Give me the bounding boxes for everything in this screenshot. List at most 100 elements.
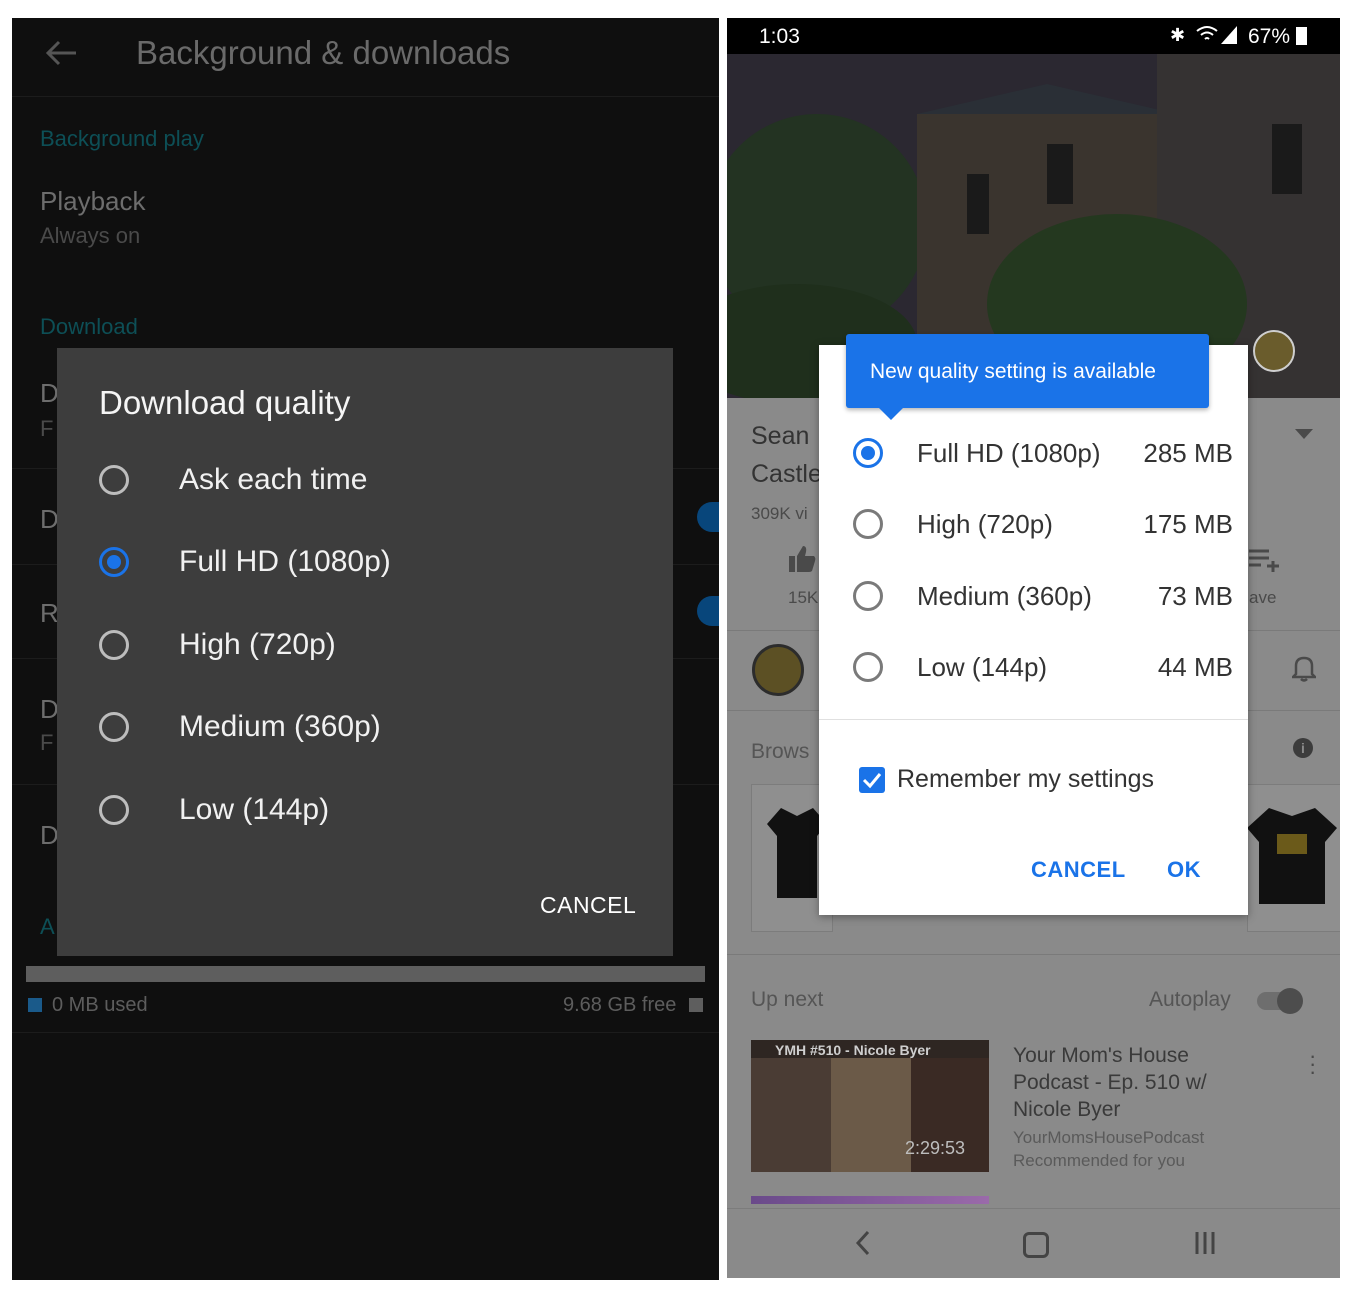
option-label: Full HD (1080p) [917, 437, 1101, 468]
checkbox-checked[interactable] [859, 766, 885, 793]
bluetooth-icon: ✱ [1170, 25, 1186, 45]
autoplay-toggle[interactable] [1257, 988, 1303, 1014]
like-icon[interactable] [787, 544, 817, 574]
storage-bar [26, 966, 705, 982]
video-title-partial: Castle [751, 460, 822, 488]
partial-row-letter: D [40, 378, 59, 408]
partial-row-letter: R [40, 598, 59, 628]
save-to-playlist-icon[interactable] [1249, 548, 1281, 577]
radio-button[interactable] [853, 652, 883, 682]
download-quality-dialog: Full HD (1080p) 285 MB High (720p) 175 M… [819, 345, 1248, 915]
option-low[interactable]: Low (144p) 44 MB [853, 637, 1233, 697]
page-title: Background & downloads [136, 34, 511, 71]
option-label: Full HD (1080p) [179, 545, 391, 578]
partial-row-letter: F [40, 730, 54, 755]
radio-button[interactable] [99, 795, 129, 825]
playback-value: Always on [40, 223, 141, 248]
battery-icon [1296, 27, 1307, 45]
up-next-title[interactable]: Your Mom's House Podcast - Ep. 510 w/ Ni… [1013, 1042, 1243, 1123]
option-ask-each-time[interactable]: Ask each time [99, 450, 639, 510]
video-views-partial: 309K vi [751, 504, 808, 523]
option-size: 285 MB [1143, 437, 1233, 468]
playback-row[interactable]: Playback Always on [40, 186, 690, 256]
back-nav-icon[interactable] [855, 1230, 871, 1261]
signal-icon [1221, 26, 1237, 49]
more-options-icon[interactable]: · · · [1309, 1045, 1316, 1083]
like-count-partial: 15K [788, 588, 819, 607]
option-label: Low (144p) [917, 651, 1048, 682]
storage-free: 9.68 GB free [563, 994, 677, 1016]
up-next-channel: YourMomsHousePodcast [1013, 1128, 1205, 1147]
notification-bell-icon[interactable] [1289, 654, 1319, 687]
option-label: Ask each time [179, 463, 368, 496]
option-size: 44 MB [1157, 651, 1233, 682]
option-medium[interactable]: Medium (360p) [99, 697, 639, 757]
option-size: 175 MB [1143, 508, 1233, 539]
browse-label-partial: Brows [751, 740, 810, 763]
right-screen: 1:03 ✱ 67% Sean Castle 309K vi 15K ave B… [727, 18, 1340, 1278]
section-background-play: Background play [40, 126, 204, 151]
option-low[interactable]: Low (144p) [99, 780, 639, 840]
wifi-icon [1195, 24, 1219, 49]
radio-button[interactable] [99, 465, 129, 495]
partial-row-letter: D [40, 820, 59, 850]
option-label: Medium (360p) [917, 580, 1092, 611]
storage-used: 0 MB used [52, 994, 148, 1016]
option-label: High (720p) [917, 508, 1053, 539]
partial-row-letter: D [40, 504, 59, 534]
toggle-switch[interactable] [697, 596, 719, 626]
up-next-reason: Recommended for you [1013, 1151, 1185, 1170]
back-arrow-icon[interactable] [44, 38, 78, 68]
download-quality-dialog: Download quality Ask each time Full HD (… [57, 348, 673, 956]
radio-button-selected[interactable] [99, 547, 129, 577]
save-label-partial: ave [1249, 588, 1277, 607]
option-full-hd[interactable]: Full HD (1080p) [99, 532, 639, 592]
new-quality-tooltip: New quality setting is available [846, 334, 1209, 408]
radio-button[interactable] [99, 630, 129, 660]
free-legend-swatch [689, 998, 703, 1012]
cancel-button[interactable]: CANCEL [540, 892, 636, 919]
option-high[interactable]: High (720p) 175 MB [853, 494, 1233, 554]
info-icon[interactable]: i [1293, 738, 1313, 758]
remember-settings-label: Remember my settings [897, 765, 1155, 793]
up-next-label: Up next [751, 988, 824, 1011]
dialog-title: Download quality [99, 384, 351, 421]
channel-avatar-overlay-icon [1253, 330, 1295, 372]
radio-button[interactable] [853, 509, 883, 539]
toggle-switch[interactable] [697, 502, 719, 532]
partial-row-letter: A [40, 914, 55, 939]
remember-settings-row[interactable]: Remember my settings [859, 765, 1154, 794]
ok-button[interactable]: OK [1167, 857, 1201, 883]
home-nav-icon[interactable] [1023, 1232, 1049, 1258]
autoplay-label: Autoplay [1149, 988, 1231, 1011]
option-label: Low (144p) [179, 793, 330, 826]
tooltip-text: New quality setting is available [870, 360, 1156, 383]
tshirt-icon [767, 808, 827, 903]
thumbnail-title-text: YMH #510 - Nicole Byer [775, 1042, 931, 1058]
up-next-thumbnail[interactable]: YMH #510 - Nicole Byer 2:29:53 [751, 1040, 989, 1172]
video-title-partial: Sean [751, 422, 810, 450]
option-label: High (720p) [179, 628, 336, 661]
radio-button[interactable] [99, 712, 129, 742]
option-size: 73 MB [1157, 580, 1233, 611]
left-screen: Background & downloads Background play P… [12, 18, 719, 1280]
cancel-button[interactable]: CANCEL [1031, 857, 1126, 883]
video-duration: 2:29:53 [905, 1138, 966, 1158]
channel-avatar[interactable] [752, 644, 804, 696]
radio-button-selected[interactable] [853, 438, 883, 468]
playback-title: Playback [40, 186, 146, 216]
next-thumbnail-partial [751, 1196, 989, 1204]
battery-percent: 67% [1248, 25, 1291, 48]
tshirt-icon [1247, 808, 1337, 909]
used-legend-swatch [28, 998, 42, 1012]
option-label: Medium (360p) [179, 710, 381, 743]
partial-row-letter: D [40, 694, 59, 724]
recents-nav-icon[interactable] [1194, 1232, 1216, 1259]
tooltip-pointer [877, 406, 905, 420]
option-high[interactable]: High (720p) [99, 615, 639, 675]
option-medium[interactable]: Medium (360p) 73 MB [853, 566, 1233, 626]
option-full-hd[interactable]: Full HD (1080p) 285 MB [853, 423, 1233, 483]
section-download: Download [40, 314, 138, 339]
radio-button[interactable] [853, 581, 883, 611]
expand-chevron-icon[interactable] [1295, 428, 1313, 446]
